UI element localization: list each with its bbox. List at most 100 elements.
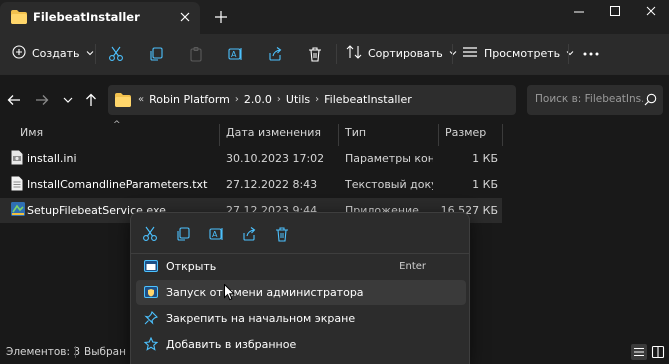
more-options-icon[interactable]	[580, 43, 602, 65]
column-divider[interactable]	[502, 124, 503, 146]
close-window-icon[interactable]	[633, 2, 669, 22]
search-box[interactable]: Поиск в: FilebeatIns...	[527, 85, 663, 115]
menu-item-run-as-admin[interactable]: Запуск от имени администратора	[136, 280, 466, 305]
menu-item-open[interactable]: Открыть Enter	[136, 254, 466, 279]
share-icon[interactable]	[237, 222, 261, 246]
chevron-right-icon[interactable]: ›	[315, 94, 319, 105]
menu-item-shortcut: Enter	[399, 261, 426, 272]
cut-icon[interactable]	[105, 43, 127, 65]
chevron-right-icon[interactable]: ›	[235, 94, 239, 105]
search-placeholder: Поиск в: FilebeatIns...	[535, 93, 643, 105]
file-row[interactable]: install.ini 30.10.2023 17:02 Параметры к…	[0, 146, 502, 171]
menu-item-label: Открыть	[166, 260, 217, 273]
file-size: 1 КБ	[472, 152, 498, 165]
breadcrumb-robin-platform[interactable]: Robin Platform	[149, 93, 230, 106]
address-bar[interactable]: « Robin Platform › 2.0.0 › Utils › Fileb…	[108, 85, 612, 115]
file-date: 27.12.2022 8:43	[226, 178, 318, 191]
details-view-icon[interactable]	[631, 344, 647, 360]
file-date: 30.10.2023 17:02	[226, 152, 325, 165]
breadcrumb-filebeatinstaller[interactable]: FilebeatInstaller	[324, 93, 412, 106]
svg-text:A: A	[231, 50, 237, 59]
pin-icon	[144, 311, 158, 325]
maximize-icon[interactable]	[597, 2, 633, 22]
view-label: Просмотреть	[484, 46, 561, 60]
open-icon	[144, 259, 158, 273]
forward-arrow-icon[interactable]	[32, 90, 52, 110]
recent-locations-chevron-icon[interactable]	[58, 90, 78, 110]
column-header-name[interactable]: Имя	[20, 126, 43, 139]
file-row[interactable]: InstallComandlineParameters.txt 27.12.20…	[0, 172, 502, 197]
file-name: InstallComandlineParameters.txt	[27, 178, 208, 191]
paste-icon[interactable]	[185, 43, 207, 65]
menu-item-label: Закрепить на начальном экране	[166, 312, 356, 325]
up-arrow-icon[interactable]	[81, 90, 101, 110]
rename-icon[interactable]: A	[204, 222, 228, 246]
new-tab-icon[interactable]	[212, 8, 230, 26]
column-header-size[interactable]: Размер	[445, 126, 486, 139]
rename-icon[interactable]: A	[224, 43, 246, 65]
sort-label: Сортировать	[368, 46, 443, 60]
view-list-icon	[462, 45, 478, 62]
toolbar-divider	[336, 44, 337, 64]
tab-title: FilebeatInstaller	[33, 10, 140, 24]
tab-filebeatinstaller[interactable]: FilebeatInstaller	[0, 2, 200, 34]
selected-count: Выбран 1	[84, 346, 136, 358]
breadcrumb-version[interactable]: 2.0.0	[244, 93, 272, 106]
share-icon[interactable]	[264, 43, 286, 65]
context-menu: A Открыть Enter Запуск от имени админист…	[130, 212, 470, 364]
shield-icon	[144, 285, 158, 299]
chevron-down-icon	[86, 47, 94, 60]
breadcrumb: « Robin Platform › 2.0.0 › Utils › Fileb…	[138, 93, 412, 106]
file-size: 1 КБ	[472, 178, 498, 191]
copy-icon[interactable]	[145, 43, 167, 65]
new-label: Создать	[32, 46, 80, 60]
sort-icon	[346, 44, 362, 62]
folder-icon	[11, 10, 27, 27]
search-icon	[644, 93, 657, 109]
view-button[interactable]: Просмотреть	[462, 41, 574, 65]
status-divider	[75, 346, 76, 358]
command-bar: Создать A Сортировать Просмотреть	[0, 34, 669, 74]
copy-icon[interactable]	[171, 222, 195, 246]
title-bar: FilebeatInstaller	[0, 0, 669, 34]
cut-icon[interactable]	[138, 222, 162, 246]
breadcrumb-utils[interactable]: Utils	[286, 93, 310, 106]
ini-file-icon	[11, 150, 23, 168]
plus-circle-icon	[12, 44, 26, 62]
minimize-icon[interactable]	[561, 2, 597, 22]
chevron-right-icon[interactable]: ›	[277, 94, 281, 105]
menu-item-pin-start[interactable]: Закрепить на начальном экране	[136, 306, 466, 331]
toolbar-divider	[452, 44, 453, 64]
file-name: install.ini	[27, 152, 77, 165]
file-type: Текстовый докум...	[345, 178, 433, 191]
menu-item-label: Добавить в избранное	[166, 338, 297, 351]
column-divider[interactable]	[438, 124, 439, 146]
column-headers: ^ Имя Дата изменения Тип Размер	[0, 120, 669, 146]
file-type: Параметры конф...	[345, 152, 433, 165]
menu-item-label: Запуск от имени администратора	[166, 286, 364, 299]
context-quick-actions: A	[131, 219, 469, 249]
delete-icon[interactable]	[304, 43, 326, 65]
back-arrow-icon[interactable]	[4, 90, 24, 110]
toolbar-divider	[95, 44, 96, 64]
sort-button[interactable]: Сортировать	[346, 41, 457, 65]
delete-icon[interactable]	[270, 222, 294, 246]
column-divider[interactable]	[338, 124, 339, 146]
text-file-icon	[11, 176, 23, 194]
exe-file-icon	[11, 202, 25, 219]
close-tab-icon[interactable]	[176, 8, 194, 26]
svg-text:A: A	[212, 230, 218, 239]
star-icon	[143, 336, 159, 351]
column-header-type[interactable]: Тип	[345, 126, 366, 139]
items-count: Элементов: 3	[6, 346, 81, 358]
sort-ascending-icon: ^	[113, 120, 121, 130]
folder-icon	[115, 93, 131, 110]
mouse-cursor-icon	[224, 283, 236, 304]
new-button[interactable]: Создать	[6, 41, 100, 65]
toolbar-divider	[568, 44, 569, 64]
menu-item-add-favorites[interactable]: Добавить в избранное	[136, 332, 466, 357]
column-divider[interactable]	[219, 124, 220, 146]
more-crumbs-icon[interactable]: «	[138, 94, 144, 105]
column-header-date[interactable]: Дата изменения	[226, 126, 321, 139]
tiles-view-icon[interactable]	[650, 344, 666, 360]
